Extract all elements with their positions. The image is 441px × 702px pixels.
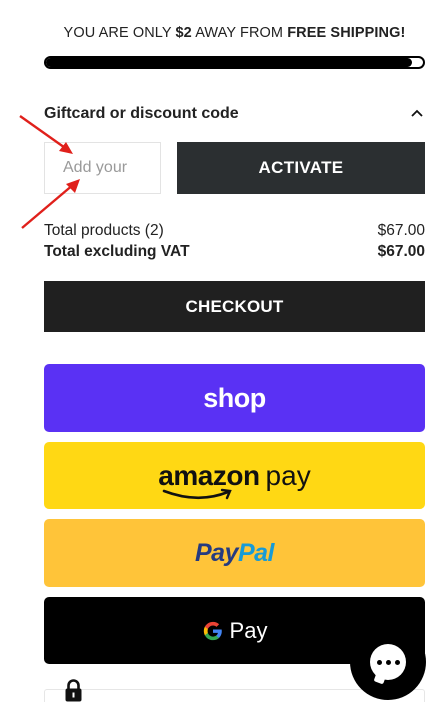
paypal-button[interactable]: PayPal — [44, 519, 425, 587]
google-g-icon — [203, 621, 222, 640]
shipping-middle: AWAY FROM — [191, 25, 288, 41]
total-excl-vat-value: $67.00 — [377, 243, 425, 260]
chat-dot — [376, 659, 382, 665]
activate-button[interactable]: ACTIVATE — [177, 142, 425, 194]
total-products-label: Total products (2) — [44, 222, 164, 239]
chat-icon — [370, 644, 406, 680]
chevron-up-icon[interactable] — [410, 108, 424, 118]
lock-icon — [65, 679, 82, 702]
amazon-pay-word: pay — [265, 459, 311, 491]
chat-dot — [385, 659, 391, 665]
shipping-progress-bar — [44, 56, 425, 69]
free-shipping-message: YOU ARE ONLY $2 AWAY FROM FREE SHIPPING! — [44, 25, 425, 41]
google-pay-label: Pay — [229, 617, 268, 643]
chat-dot — [394, 659, 400, 665]
amazon-pay-button[interactable]: amazon pay — [44, 442, 425, 509]
shipping-highlight: FREE SHIPPING! — [287, 25, 406, 41]
chat-widget-button[interactable] — [350, 624, 426, 700]
amazon-pay-logo: amazon pay — [158, 459, 311, 499]
annotation-arrow-icon — [19, 115, 73, 154]
paypal-logo: PayPal — [194, 538, 275, 568]
total-products-value: $67.00 — [377, 222, 425, 239]
shipping-prefix: YOU ARE ONLY — [63, 25, 176, 41]
checkout-button[interactable]: CHECKOUT — [44, 281, 425, 332]
shipping-amount: $2 — [175, 25, 192, 41]
amazon-smile-icon — [162, 488, 233, 499]
total-excl-vat-label: Total excluding VAT — [44, 243, 190, 260]
total-products-row: Total products (2) $67.00 — [44, 222, 425, 240]
shop-pay-logo: shop — [203, 382, 266, 413]
paypal-pay-word: Pay — [194, 538, 238, 567]
shop-pay-button[interactable]: shop — [44, 364, 425, 432]
shipping-progress-fill — [46, 58, 412, 67]
paypal-pal-word: Pal — [237, 538, 275, 567]
total-excl-vat-row: Total excluding VAT $67.00 — [44, 243, 425, 261]
